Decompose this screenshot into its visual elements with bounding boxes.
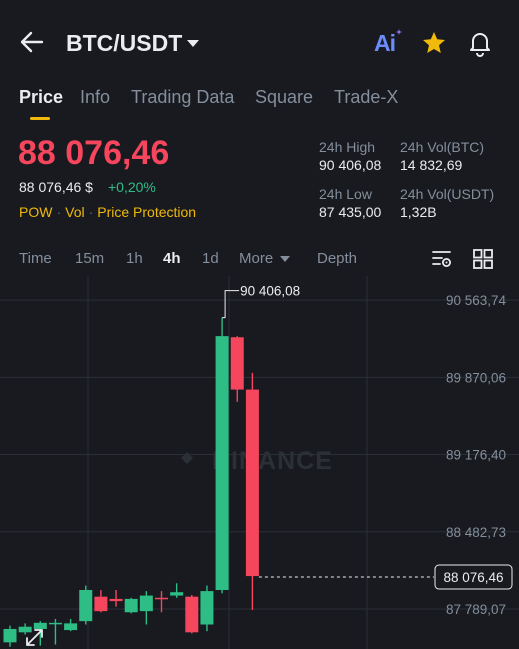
tab-info[interactable]: Info bbox=[80, 87, 110, 108]
interval-more[interactable]: More bbox=[239, 250, 273, 267]
candle-body bbox=[245, 389, 259, 577]
tag-list: POW · Vol · Price Protection bbox=[19, 204, 196, 220]
interval-bar: Time 15m 1h 4h 1d More Depth bbox=[0, 246, 519, 272]
tag-separator: · bbox=[56, 204, 62, 220]
candle-body bbox=[109, 598, 123, 602]
candle-body bbox=[18, 626, 32, 633]
y-tick-label: 88 482,73 bbox=[446, 525, 506, 540]
pair-selector[interactable]: BTC/USDT bbox=[66, 30, 182, 57]
candle-body bbox=[230, 337, 244, 390]
high-marker-line bbox=[222, 290, 240, 319]
stat-vol-btc-value: 14 832,69 bbox=[400, 157, 463, 173]
candle-body bbox=[185, 596, 199, 633]
candlestick-chart[interactable]: BINANCE 90 563,74 89 870,06 89 176,40 88 48… bbox=[0, 276, 519, 649]
candle-body bbox=[33, 622, 47, 629]
stat-high-label: 24h High bbox=[319, 139, 376, 155]
active-tab-indicator bbox=[30, 117, 50, 120]
candle-body bbox=[139, 595, 153, 612]
tag-pow[interactable]: POW bbox=[19, 204, 52, 220]
interval-15m[interactable]: 15m bbox=[75, 250, 104, 267]
chart-watermark: BINANCE bbox=[212, 447, 333, 475]
candle-body bbox=[124, 598, 138, 613]
y-tick-label: 89 870,06 bbox=[446, 370, 506, 385]
indicator-settings-icon[interactable] bbox=[430, 247, 454, 271]
ai-assistant-button[interactable]: Ai bbox=[374, 30, 396, 57]
sparkle-icon bbox=[396, 29, 402, 35]
y-tick-label: 87 789,07 bbox=[446, 602, 506, 617]
watermark-logo-icon bbox=[181, 452, 193, 464]
stat-vol-usdt-value: 1,32B bbox=[400, 204, 437, 220]
caret-down-icon[interactable] bbox=[186, 33, 200, 53]
stat-low-label: 24h Low bbox=[319, 186, 372, 202]
star-icon[interactable] bbox=[421, 30, 447, 56]
candle-body bbox=[170, 592, 184, 596]
tag-separator: · bbox=[88, 204, 94, 220]
candle-body bbox=[3, 628, 17, 643]
stat-low-value: 87 435,00 bbox=[319, 204, 382, 220]
price-change-percent: +0,20% bbox=[108, 179, 156, 195]
last-price: 88 076,46 bbox=[18, 134, 170, 172]
back-arrow-icon[interactable] bbox=[18, 28, 46, 56]
caret-down-icon[interactable] bbox=[280, 256, 290, 262]
tab-trading-data[interactable]: Trading Data bbox=[131, 87, 234, 108]
stat-high-value: 90 406,08 bbox=[319, 157, 382, 173]
candle-body bbox=[200, 591, 214, 625]
y-tick-label: 90 563,74 bbox=[446, 293, 507, 308]
tag-vol[interactable]: Vol bbox=[65, 204, 84, 220]
tab-price[interactable]: Price bbox=[19, 87, 63, 108]
stat-vol-usdt-label: 24h Vol(USDT) bbox=[400, 186, 495, 202]
candle-body bbox=[48, 622, 62, 625]
interval-1d[interactable]: 1d bbox=[202, 250, 219, 267]
usd-price: 88 076,46 $ bbox=[19, 179, 93, 195]
grid-layout-icon[interactable] bbox=[471, 247, 495, 271]
candle-body bbox=[79, 589, 93, 622]
candle-body bbox=[215, 336, 229, 590]
candle-body bbox=[155, 597, 168, 600]
high-marker-label: 90 406,08 bbox=[240, 284, 300, 299]
main-tabs: Price Info Trading Data Square Trade-X bbox=[0, 84, 519, 124]
tag-price-protection[interactable]: Price Protection bbox=[97, 204, 196, 220]
interval-4h[interactable]: 4h bbox=[163, 250, 181, 267]
top-bar: BTC/USDT Ai bbox=[0, 0, 519, 86]
interval-time[interactable]: Time bbox=[19, 250, 52, 267]
candle-body bbox=[64, 623, 78, 631]
candle-body bbox=[94, 596, 108, 612]
interval-1h[interactable]: 1h bbox=[126, 250, 143, 267]
stat-vol-btc-label: 24h Vol(BTC) bbox=[400, 139, 485, 155]
current-price-label: 88 076,46 bbox=[443, 570, 503, 585]
tab-trade-x[interactable]: Trade-X bbox=[334, 87, 398, 108]
y-tick-label: 89 176,40 bbox=[446, 448, 506, 463]
tab-square[interactable]: Square bbox=[255, 87, 313, 108]
interval-depth[interactable]: Depth bbox=[317, 250, 357, 267]
candles-layer bbox=[3, 317, 259, 647]
bell-icon[interactable] bbox=[467, 29, 493, 57]
